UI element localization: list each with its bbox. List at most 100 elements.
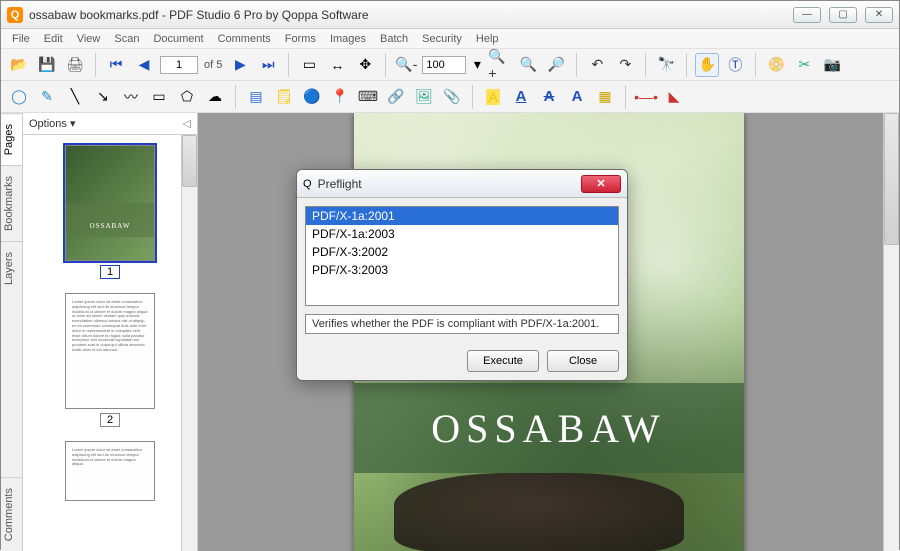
page-count-label: of 5 — [202, 59, 224, 71]
snapshot-icon[interactable]: 📷 — [820, 53, 844, 77]
thumbnail-scrollbar[interactable] — [181, 135, 197, 551]
list-item[interactable]: PDF/X-1a:2001 — [306, 207, 618, 225]
dialog-body: PDF/X-1a:2001 PDF/X-1a:2003 PDF/X-3:2002… — [297, 198, 627, 342]
menu-images[interactable]: Images — [325, 31, 371, 47]
thumbnail-image: Lorem ipsum dolor sit amet consectetur a… — [65, 293, 155, 409]
rotate-ccw-icon[interactable]: ↶ — [585, 53, 609, 77]
thumbnail-page-3[interactable]: Lorem ipsum dolor sit amet consectetur a… — [65, 441, 155, 501]
next-page-icon[interactable]: ▶ — [228, 53, 252, 77]
menu-batch[interactable]: Batch — [375, 31, 413, 47]
open-icon[interactable]: 📂 — [7, 53, 31, 77]
list-item[interactable]: PDF/X-3:2002 — [306, 243, 618, 261]
separator — [576, 53, 577, 77]
zoom-tool-icon[interactable]: 🔍 — [516, 53, 540, 77]
dialog-close-button[interactable]: ✕ — [581, 175, 621, 193]
separator — [645, 53, 646, 77]
image-tool-icon[interactable]: 🖼 — [412, 85, 436, 109]
maximize-button[interactable]: ▢ — [829, 7, 857, 23]
hand-tool-icon[interactable]: ✋ — [695, 53, 719, 77]
dialog-titlebar[interactable]: Q Preflight ✕ — [297, 170, 627, 198]
squiggly-icon[interactable]: A — [565, 85, 589, 109]
underline-icon[interactable]: A — [509, 85, 533, 109]
first-page-icon[interactable]: ⏮ — [104, 53, 128, 77]
link-tool-icon[interactable]: 🔗 — [384, 85, 408, 109]
text-select-icon[interactable]: Ⓣ — [723, 53, 747, 77]
separator — [686, 53, 687, 77]
strikeout-icon[interactable]: A — [537, 85, 561, 109]
side-tab-layers[interactable]: Layers — [1, 241, 22, 295]
polygon-tool-icon[interactable]: ⬠ — [175, 85, 199, 109]
menu-edit[interactable]: Edit — [39, 31, 68, 47]
separator — [235, 85, 236, 109]
thumbnail-page-2[interactable]: Lorem ipsum dolor sit amet consectetur a… — [65, 293, 155, 427]
perimeter-tool-icon[interactable]: ◣ — [662, 85, 686, 109]
side-tab-bookmarks[interactable]: Bookmarks — [1, 165, 22, 241]
thumbnail-list: OSSABAW 1 Lorem ipsum dolor sit amet con… — [23, 135, 197, 551]
menu-security[interactable]: Security — [417, 31, 467, 47]
prev-page-icon[interactable]: ◀ — [132, 53, 156, 77]
list-item[interactable]: PDF/X-3:2003 — [306, 261, 618, 279]
cloud-tool-icon[interactable]: ☁ — [203, 85, 227, 109]
attachment-icon[interactable]: 📎 — [440, 85, 464, 109]
highlight-icon[interactable]: A — [481, 85, 505, 109]
search-icon[interactable]: 🔭 — [654, 53, 678, 77]
close-button[interactable]: Close — [547, 350, 619, 372]
scanner-icon[interactable]: 📀 — [764, 53, 788, 77]
menu-forms[interactable]: Forms — [280, 31, 321, 47]
dialog-icon: Q — [303, 178, 312, 190]
dialog-button-row: Execute Close — [297, 342, 627, 380]
line-tool-icon[interactable]: ╲ — [63, 85, 87, 109]
rectangle-tool-icon[interactable]: ▭ — [147, 85, 171, 109]
separator — [625, 85, 626, 109]
page-number-input[interactable] — [160, 56, 198, 74]
thumbnail-page-1[interactable]: OSSABAW 1 — [65, 145, 155, 279]
stamp-tool-icon[interactable]: 📍 — [328, 85, 352, 109]
menu-document[interactable]: Document — [148, 31, 208, 47]
zoom-out-icon[interactable]: 🔍- — [394, 53, 418, 77]
print-icon[interactable]: 🖨 — [63, 53, 87, 77]
side-tab-comments[interactable]: Comments — [1, 477, 22, 551]
fit-page-icon[interactable]: ✥ — [353, 53, 377, 77]
sound-tool-icon[interactable]: 🔵 — [300, 85, 324, 109]
fit-actual-icon[interactable]: ▭ — [297, 53, 321, 77]
textbox-tool-icon[interactable]: ▤ — [244, 85, 268, 109]
menu-view[interactable]: View — [72, 31, 106, 47]
typewriter-tool-icon[interactable]: ⌨ — [356, 85, 380, 109]
execute-button[interactable]: Execute — [467, 350, 539, 372]
preflight-description: Verifies whether the PDF is compliant wi… — [305, 314, 619, 334]
distance-tool-icon[interactable]: •—• — [634, 85, 658, 109]
window-title: ossabaw bookmarks.pdf - PDF Studio 6 Pro… — [29, 8, 793, 22]
zoom-in-icon[interactable]: 🔍+ — [488, 53, 512, 77]
thumb-collapse-icon[interactable]: ◁ — [183, 117, 191, 130]
zoom-input[interactable] — [422, 56, 466, 74]
loupe-icon[interactable]: 🔎 — [544, 53, 568, 77]
separator — [755, 53, 756, 77]
minimize-button[interactable]: — — [793, 7, 821, 23]
thumbnail-title: OSSABAW — [66, 222, 154, 230]
pencil-tool-icon[interactable]: ✎ — [35, 85, 59, 109]
menu-comments[interactable]: Comments — [213, 31, 276, 47]
menu-scan[interactable]: Scan — [109, 31, 144, 47]
window-close-button[interactable]: ✕ — [865, 7, 893, 23]
fit-width-icon[interactable]: ↔ — [325, 53, 349, 77]
polyline-tool-icon[interactable]: 〰 — [119, 85, 143, 109]
zoom-dropdown-icon[interactable]: ▾ — [470, 53, 484, 77]
menu-help[interactable]: Help — [471, 31, 504, 47]
circle-tool-icon[interactable]: ◯ — [7, 85, 31, 109]
rotate-cw-icon[interactable]: ↷ — [613, 53, 637, 77]
toolbar-secondary: ◯ ✎ ╲ ↘ 〰 ▭ ⬠ ☁ ▤ 🗒 🔵 📍 ⌨ 🔗 🖼 📎 A A A A … — [1, 81, 899, 113]
menu-file[interactable]: File — [7, 31, 35, 47]
preflight-profile-list[interactable]: PDF/X-1a:2001 PDF/X-1a:2003 PDF/X-3:2002… — [305, 206, 619, 306]
list-item[interactable]: PDF/X-1a:2003 — [306, 225, 618, 243]
thumb-options-button[interactable]: Options ▾ — [29, 117, 76, 130]
last-page-icon[interactable]: ⏭ — [256, 53, 280, 77]
sticky-note-icon[interactable]: 🗒 — [272, 85, 296, 109]
app-icon: Q — [7, 7, 23, 23]
crop-icon[interactable]: ✂ — [792, 53, 816, 77]
area-highlight-icon[interactable]: ▦ — [593, 85, 617, 109]
document-scrollbar[interactable] — [883, 113, 899, 551]
page-graphic — [394, 473, 684, 551]
arrow-tool-icon[interactable]: ↘ — [91, 85, 115, 109]
save-icon[interactable]: 💾 — [35, 53, 59, 77]
side-tab-pages[interactable]: Pages — [1, 113, 22, 165]
